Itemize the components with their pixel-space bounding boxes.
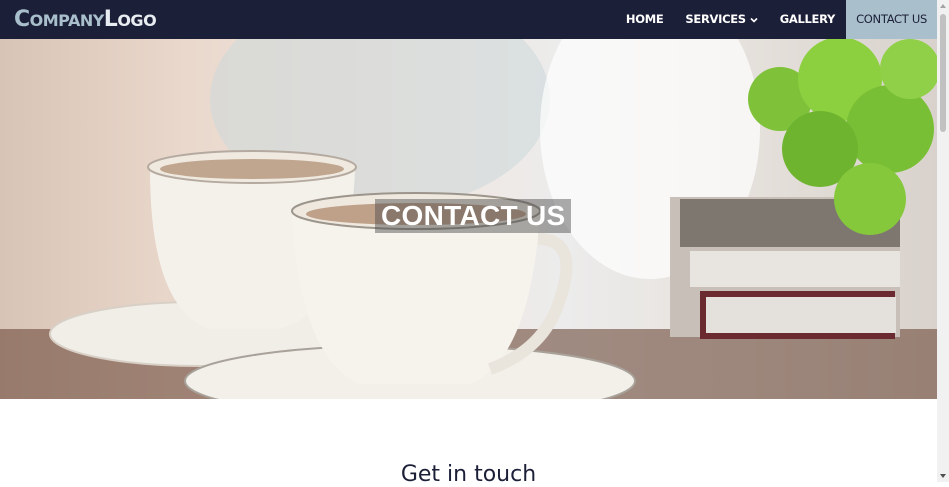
logo-company-initial: C bbox=[14, 7, 30, 32]
vertical-scrollbar[interactable] bbox=[937, 0, 949, 482]
hero-title: CONTACT US bbox=[375, 199, 572, 233]
chevron-down-icon bbox=[750, 17, 758, 23]
nav-contact-us-label: CONTACT US bbox=[856, 12, 927, 26]
hero-banner: CONTACT US bbox=[0, 39, 937, 399]
scrollbar-thumb[interactable] bbox=[940, 14, 946, 132]
logo-logo-rest: OGO bbox=[117, 11, 157, 30]
nav-home-label: HOME bbox=[625, 12, 664, 26]
company-logo[interactable]: C OMPANY L OGO bbox=[14, 7, 157, 33]
nav-services-label: SERVICES bbox=[685, 12, 746, 26]
nav-home[interactable]: HOME bbox=[615, 0, 675, 39]
top-navbar: C OMPANY L OGO HOME SERVICES GALLERY CONTAC… bbox=[0, 0, 937, 39]
logo-company-rest: OMPANY bbox=[29, 11, 105, 30]
section-title: Get in touch bbox=[400, 462, 537, 487]
nav-services[interactable]: SERVICES bbox=[674, 0, 768, 39]
nav-contact-us[interactable]: CONTACT US bbox=[846, 0, 937, 39]
scroll-down-arrow-icon[interactable] bbox=[937, 470, 949, 482]
scroll-up-arrow-icon[interactable] bbox=[937, 0, 949, 12]
nav-gallery[interactable]: GALLERY bbox=[769, 0, 846, 39]
nav-gallery-label: GALLERY bbox=[779, 12, 836, 26]
main-nav: HOME SERVICES GALLERY CONTACT US bbox=[615, 0, 937, 39]
logo-logo-initial: L bbox=[103, 7, 118, 32]
